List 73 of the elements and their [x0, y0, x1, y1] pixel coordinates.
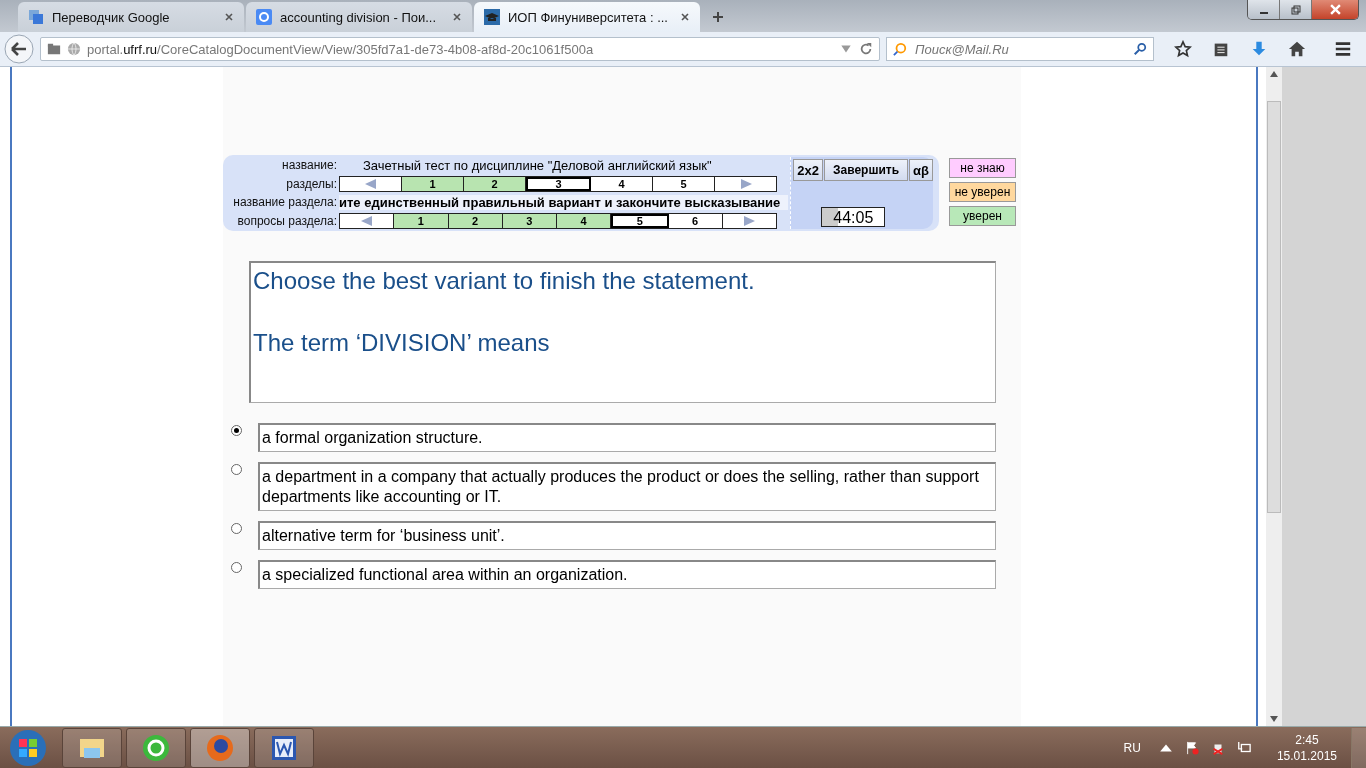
start-button[interactable] — [8, 727, 48, 768]
minimize-button[interactable] — [1248, 0, 1280, 19]
question-text: The term ‘DIVISION’ means — [253, 329, 551, 357]
field-label: вопросы раздела: — [236, 213, 338, 228]
new-tab-icon[interactable] — [712, 11, 724, 23]
left-triangle-icon — [364, 178, 377, 189]
search-field[interactable]: Поиск@Mail.Ru — [886, 37, 1154, 61]
menu-icon[interactable] — [1334, 40, 1352, 58]
taskbar-button[interactable] — [126, 727, 186, 768]
right-triangle-icon — [739, 178, 752, 189]
confidence-button[interactable]: уверен — [949, 206, 1016, 226]
restore-icon — [1290, 4, 1301, 15]
section-tab[interactable]: 3 — [526, 176, 591, 191]
browser-tab[interactable]: Переводчик Google — [18, 2, 244, 32]
confidence-button[interactable]: не уверен — [949, 182, 1016, 202]
answer-option[interactable]: a specialized functional area within an organization. — [258, 560, 996, 589]
clock-time[interactable]: 2:45 — [1295, 732, 1319, 747]
field-label: название раздела: — [232, 195, 338, 209]
scroll-down-icon[interactable] — [1270, 716, 1278, 722]
browser-tab[interactable]: accounting division - Пои... — [246, 2, 472, 32]
folder-icon — [47, 42, 61, 56]
left-triangle-icon — [360, 215, 373, 226]
field-label: разделы: — [285, 176, 338, 191]
question-tab[interactable]: 1 — [394, 213, 449, 228]
scroll-up-icon[interactable] — [1270, 71, 1278, 77]
question-text: Choose the best variant to finish the statement. — [253, 267, 756, 295]
search-icon[interactable] — [1133, 42, 1147, 56]
radio-button[interactable] — [231, 464, 242, 475]
timer: 44:05 — [821, 207, 886, 227]
close-icon — [1329, 4, 1341, 15]
tool-button[interactable]: αβ — [909, 159, 933, 181]
answer-option[interactable]: alternative term for ‘business unit’. — [258, 521, 996, 550]
download-icon[interactable] — [1250, 40, 1268, 58]
right-triangle-icon — [743, 215, 756, 226]
clock-date[interactable]: 15.01.2015 — [1276, 748, 1337, 763]
mail-search-icon — [893, 42, 907, 56]
minimize-icon — [1259, 11, 1268, 14]
taskbar-button[interactable] — [254, 727, 314, 768]
tool-button[interactable]: Завершить — [824, 159, 909, 181]
browser-tab[interactable]: ИОП Финуниверситета : ... — [474, 2, 700, 32]
back-button[interactable] — [4, 34, 34, 64]
restore-button[interactable] — [1280, 0, 1312, 19]
tool-button[interactable]: 2x2 — [793, 159, 823, 181]
question-tab[interactable]: 4 — [557, 213, 612, 228]
scrollbar[interactable] — [1266, 67, 1282, 726]
star-icon[interactable] — [1174, 40, 1192, 58]
section-tab[interactable]: 1 — [402, 176, 464, 191]
flag-icon[interactable] — [1184, 740, 1199, 755]
radio-button[interactable] — [231, 562, 242, 573]
answer-option[interactable]: a formal organization structure. — [258, 423, 996, 452]
radio-button[interactable] — [231, 425, 242, 436]
test-title: Зачетный тест по дисциплине "Деловой английский язык" — [362, 157, 713, 173]
close-icon[interactable] — [680, 12, 690, 22]
radio-button[interactable] — [231, 523, 242, 534]
close-icon[interactable] — [452, 12, 462, 22]
confidence-button[interactable]: не знаю — [949, 158, 1016, 178]
close-window-button[interactable] — [1312, 0, 1358, 19]
taskbar-button[interactable] — [62, 727, 122, 768]
question-tab[interactable]: 3 — [502, 213, 557, 228]
network-icon[interactable] — [1236, 740, 1251, 755]
section-name: ите единственный правильный вариант и закончите высказывание — [339, 194, 789, 210]
home-icon[interactable] — [1288, 40, 1306, 58]
field-label: название: — [281, 158, 338, 172]
question-tab[interactable]: 2 — [448, 213, 503, 228]
globe-icon — [67, 42, 81, 56]
address-bar[interactable]: portal.ufrf.ru/CoreCatalogDocumentView/View/305fd7a1-de73-4b08-af8d-20c1061f500a — [40, 37, 880, 61]
reload-icon[interactable] — [859, 42, 873, 56]
language-indicator[interactable]: RU — [1123, 740, 1141, 755]
answer-option[interactable]: a department in a company that actually produces the product or does the selling, rather than support departments like accounting or IT. — [258, 462, 996, 511]
close-icon[interactable] — [224, 12, 234, 22]
question-tab[interactable]: 5 — [611, 213, 669, 228]
graduation-cap-icon — [484, 9, 500, 25]
section-tab[interactable]: 2 — [464, 176, 526, 191]
